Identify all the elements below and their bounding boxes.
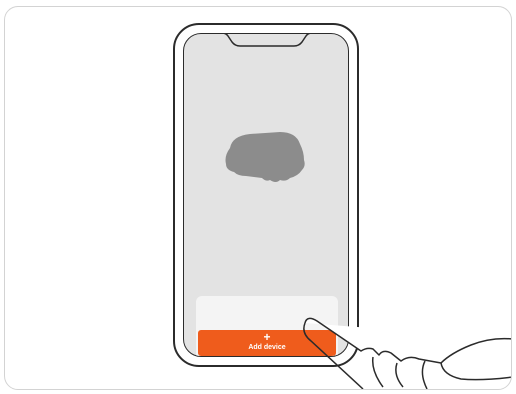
robotic-mower-icon [225,132,305,182]
pointing-hand-icon [303,317,511,389]
phone-screen: + Add device [183,33,349,357]
phone-notch [223,34,311,47]
phone-body: + Add device [173,23,359,367]
illustration-frame: + Add device [4,6,512,390]
